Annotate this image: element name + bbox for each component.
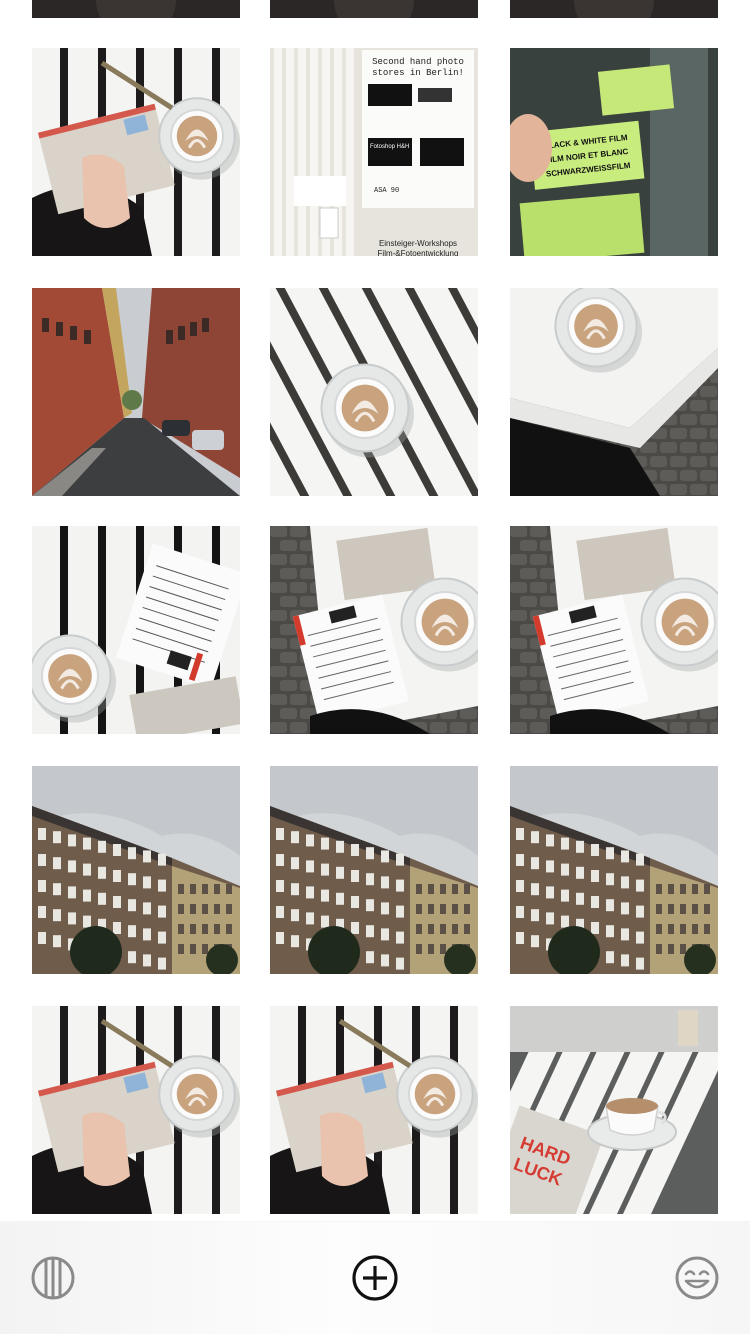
svg-text:Film-&Fotoentwicklung: Film-&Fotoentwicklung [378,249,459,256]
photo-thumbnail[interactable] [32,526,240,734]
photo-image [510,0,718,18]
svg-text:Second hand photo: Second hand photo [372,57,464,67]
emoji-button[interactable] [669,1250,725,1306]
add-photo-button[interactable] [347,1250,403,1306]
svg-text:ASA 90: ASA 90 [374,187,399,195]
photo-image [32,1006,240,1214]
photo-thumbnail[interactable]: Second hand photo stores in Berlin! Foto… [270,48,478,256]
photo-thumbnail[interactable]: BLACK & WHITE FILM FILM NOIR ET BLANC SC… [510,48,718,256]
photo-thumbnail[interactable] [32,766,240,974]
smiley-icon [674,1255,720,1301]
photo-image [510,288,718,496]
columns-grid-icon [30,1255,76,1301]
photo-thumbnail[interactable] [270,1006,478,1214]
photo-thumbnail[interactable]: HARD LUCK [510,1006,718,1214]
photo-image [32,526,240,734]
photo-thumbnail[interactable] [32,288,240,496]
photo-thumbnail[interactable] [510,766,718,974]
photo-image: HARD LUCK [510,1006,718,1214]
photo-image: Second hand photo stores in Berlin! Foto… [270,48,478,256]
photo-image [510,766,718,974]
svg-text:stores in Berlin!: stores in Berlin! [372,68,464,78]
photo-image [510,526,718,734]
photo-thumbnail[interactable] [32,1006,240,1214]
photo-image [270,288,478,496]
photo-image [270,526,478,734]
photo-image [32,48,240,256]
photo-thumbnail[interactable] [270,766,478,974]
photo-grid: Second hand photo stores in Berlin! Foto… [0,0,750,1334]
photo-image: BLACK & WHITE FILM FILM NOIR ET BLANC SC… [510,48,718,256]
svg-text:Fotoshop H&H: Fotoshop H&H [370,144,409,150]
photo-thumbnail[interactable] [32,48,240,256]
photo-image [32,0,240,18]
layout-button[interactable] [25,1250,81,1306]
svg-text:Einsteiger-Workshops: Einsteiger-Workshops [379,239,457,248]
photo-thumbnail[interactable] [510,526,718,734]
photo-image [32,288,240,496]
photo-thumbnail[interactable] [270,526,478,734]
add-circle-icon [351,1254,399,1302]
photo-image [270,0,478,18]
photo-thumbnail[interactable] [510,0,718,18]
photo-thumbnail[interactable] [510,288,718,496]
photo-image [270,1006,478,1214]
photo-thumbnail[interactable] [270,288,478,496]
photo-thumbnail[interactable] [32,0,240,18]
photo-image [32,766,240,974]
photo-image [270,766,478,974]
bottom-toolbar [0,1222,750,1334]
photo-thumbnail[interactable] [270,0,478,18]
